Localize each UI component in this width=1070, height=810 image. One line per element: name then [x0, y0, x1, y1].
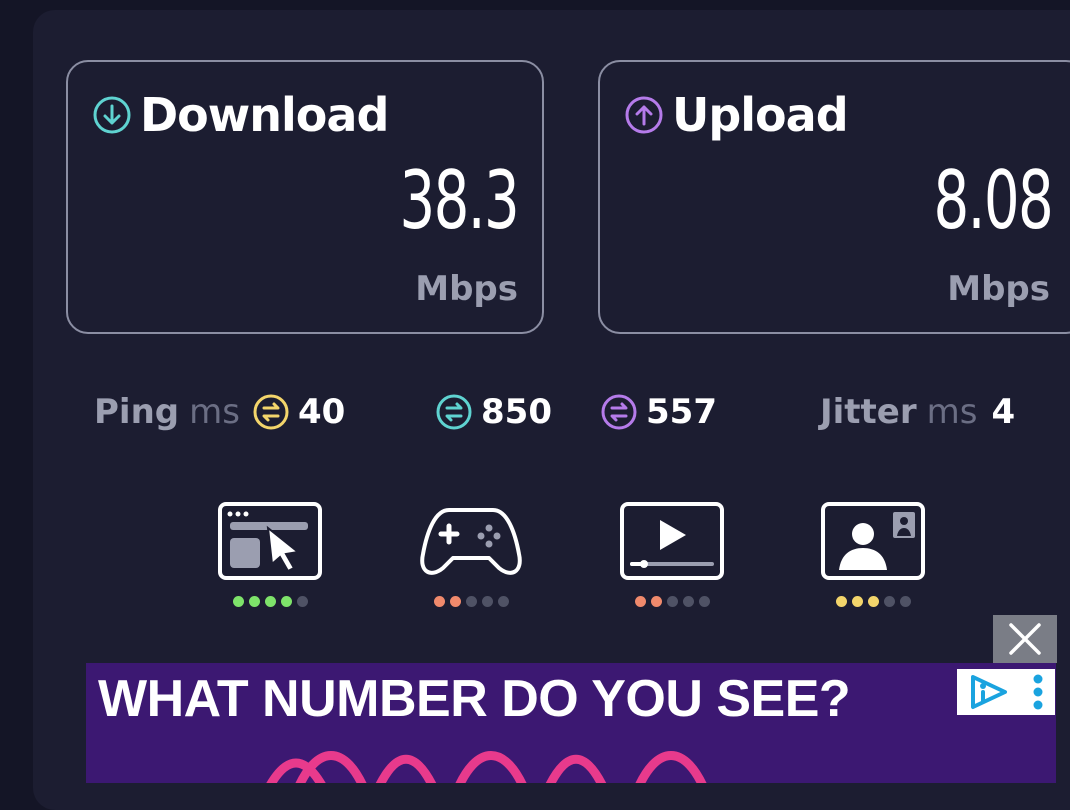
- download-header: Download: [92, 88, 389, 142]
- video-streaming-icon: [620, 502, 724, 580]
- rating-dot: [867, 596, 879, 607]
- download-label: Download: [140, 88, 389, 142]
- ping-download: 850: [423, 390, 552, 434]
- upload-header: Upload: [624, 88, 849, 142]
- rating-dot: [883, 596, 895, 607]
- activity-video-call: [821, 502, 925, 607]
- arrow-down-circle-icon: [93, 96, 131, 134]
- jitter-label: Jitter: [820, 392, 917, 432]
- adchoices-icon[interactable]: [967, 673, 1011, 711]
- rating-dot: [296, 596, 308, 607]
- ad-image: [266, 751, 707, 783]
- jitter-value: 4: [991, 392, 1016, 432]
- upload-label: Upload: [672, 88, 849, 142]
- ad-info-badge[interactable]: [957, 669, 1055, 715]
- rating-dot: [497, 596, 509, 607]
- activity-gaming: [419, 502, 523, 607]
- arrow-up-circle-icon: [625, 96, 663, 134]
- rating-dot: [481, 596, 493, 607]
- rating-dot: [232, 596, 244, 607]
- ping-upload-value: 557: [646, 392, 717, 432]
- download-value: 38.3: [399, 154, 519, 247]
- video-streaming-rating: [620, 596, 724, 607]
- more-vertical-icon[interactable]: [1031, 673, 1045, 711]
- gaming-controller-icon: [420, 508, 522, 575]
- rating-dot: [248, 596, 260, 607]
- rating-dot: [682, 596, 694, 607]
- rating-dot: [634, 596, 646, 607]
- rating-dot: [835, 596, 847, 607]
- activity-web-browsing: [218, 502, 322, 607]
- activity-video-streaming: [620, 502, 724, 607]
- ping-idle-icon: [253, 394, 289, 430]
- rating-dot: [465, 596, 477, 607]
- download-card: Download 38.3 Mbps: [66, 60, 544, 334]
- ping-unit: ms: [189, 392, 240, 432]
- ping-upload: 557: [588, 390, 717, 434]
- gaming-rating: [419, 596, 523, 607]
- upload-card: Upload 8.08 Mbps: [598, 60, 1070, 334]
- ping-idle-value: 40: [297, 392, 346, 432]
- video-call-icon: [821, 502, 925, 580]
- web-browsing-rating: [218, 596, 322, 607]
- jitter-unit: ms: [926, 392, 978, 432]
- advertisement-banner[interactable]: WHAT NUMBER DO YOU SEE?: [86, 663, 1056, 783]
- ping-download-value: 850: [481, 392, 552, 432]
- ad-title: WHAT NUMBER DO YOU SEE?: [98, 670, 851, 728]
- ping-idle: Ping ms 40: [94, 390, 345, 434]
- close-icon: [1009, 623, 1041, 655]
- web-browsing-icon: [218, 502, 322, 580]
- ping-upload-icon: [601, 394, 637, 430]
- upload-unit: Mbps: [947, 269, 1050, 309]
- ping-label: Ping: [94, 392, 180, 432]
- download-unit: Mbps: [415, 269, 518, 309]
- jitter: Jitter ms 4: [820, 390, 1015, 434]
- rating-dot: [433, 596, 445, 607]
- ping-download-icon: [436, 394, 472, 430]
- upload-value: 8.08: [933, 154, 1053, 247]
- rating-dot: [666, 596, 678, 607]
- rating-dot: [650, 596, 662, 607]
- rating-dot: [899, 596, 911, 607]
- video-call-rating: [821, 596, 925, 607]
- rating-dot: [449, 596, 461, 607]
- rating-dot: [280, 596, 292, 607]
- rating-dot: [698, 596, 710, 607]
- ad-close-button[interactable]: [993, 615, 1057, 663]
- rating-dot: [851, 596, 863, 607]
- rating-dot: [264, 596, 276, 607]
